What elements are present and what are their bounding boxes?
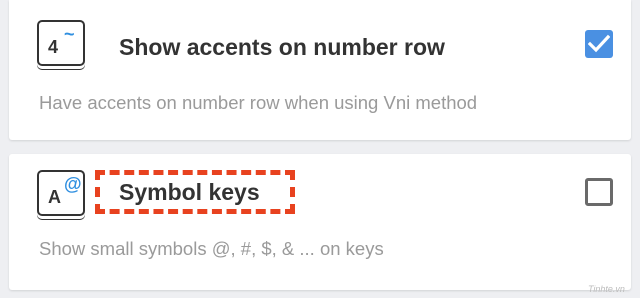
setting-title: Show accents on number row bbox=[119, 34, 445, 60]
keycap-accent-char: @ bbox=[64, 174, 82, 194]
symbol-keys-checkbox[interactable] bbox=[585, 178, 613, 206]
setting-accents-number-row[interactable]: 4 ~ Show accents on number row Have acce… bbox=[9, 0, 631, 140]
keycap-main-char: 4 bbox=[48, 37, 59, 57]
keycap-symbol-icon: A @ bbox=[37, 170, 85, 216]
setting-symbol-keys[interactable]: A @ Symbol keys Show small symbols @, #,… bbox=[9, 154, 631, 290]
watermark: Tinhte.vn bbox=[588, 284, 625, 294]
checkmark-icon bbox=[588, 34, 610, 53]
accents-number-row-checkbox[interactable] bbox=[585, 30, 613, 58]
setting-description: Have accents on number row when using Vn… bbox=[39, 92, 478, 113]
keycap-number-accent-icon: 4 ~ bbox=[37, 20, 85, 66]
setting-title: Symbol keys bbox=[119, 179, 260, 205]
keycap-main-char: A bbox=[48, 187, 61, 207]
keycap-accent-char: ~ bbox=[64, 24, 75, 44]
setting-description: Show small symbols @, #, $, & ... on key… bbox=[39, 238, 384, 259]
